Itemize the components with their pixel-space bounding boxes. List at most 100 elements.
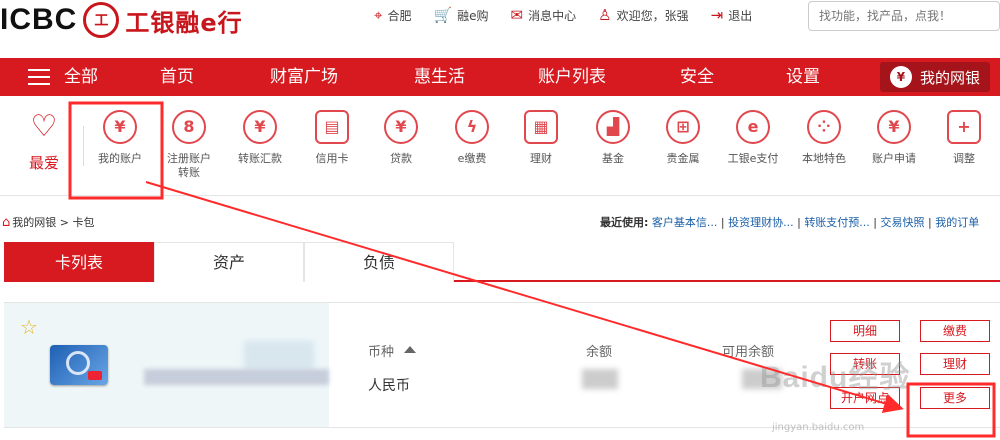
bank-card-image (50, 345, 108, 385)
top-link-user[interactable]: ♙ 欢迎您，张强 (598, 6, 688, 24)
icbc-logo[interactable]: ICBC 工 工银融e行 (0, 2, 243, 38)
nav-life[interactable]: 惠生活 (414, 58, 465, 96)
top-link-shop[interactable]: 🛒 融e购 (433, 6, 488, 24)
function-item[interactable]: ⁘ 本地特色 (788, 110, 860, 166)
credit-card-icon: ▤ (315, 110, 349, 144)
pay-button[interactable]: 缴费 (920, 320, 990, 342)
function-item[interactable]: ¥ 账户申请 (858, 110, 930, 166)
nav-account-list[interactable]: 账户列表 (538, 58, 606, 96)
finance-icon: ▦ (524, 110, 558, 144)
function-label: 本地特色 (802, 152, 846, 165)
welcome-label: 欢迎您，张强 (616, 8, 689, 23)
function-label: 贷款 (390, 152, 412, 165)
yuan-icon: ¥ (103, 110, 137, 144)
logout-label: 退出 (728, 8, 753, 23)
recent-link[interactable]: 我的订单 (935, 216, 979, 229)
fund-chart-icon: ▟ (596, 110, 630, 144)
more-button[interactable]: 更多 (920, 387, 990, 409)
star-icon[interactable]: ☆ (20, 315, 38, 339)
favorites-label: 最爱 (28, 154, 59, 172)
tab-card-list[interactable]: 卡列表 (4, 242, 154, 282)
location-label: 合肥 (387, 8, 412, 23)
watermark: Baidu经验 (760, 361, 911, 394)
currency-header[interactable]: 币种 (368, 341, 417, 360)
logo-slogan: 工银融e行 (125, 8, 243, 37)
shop-label: 融e购 (457, 8, 489, 23)
favorites-item[interactable]: ♡ 最爱 (26, 110, 62, 173)
function-label: 转账汇款 (238, 152, 282, 165)
masked-balance (582, 369, 618, 389)
tab-assets[interactable]: 资产 (154, 242, 304, 282)
logout-icon: ⇥ (710, 6, 724, 24)
function-item[interactable]: ϟ e缴费 (436, 110, 508, 166)
nav-security[interactable]: 安全 (680, 58, 714, 96)
top-bar: ICBC 工 工银融e行 ⌖ 合肥 🛒 融e购 ✉ 消息中心 ♙ 欢迎您，张强 ⇥ 退出 (0, 0, 1000, 58)
function-label: 理财 (530, 152, 552, 165)
details-button[interactable]: 明细 (830, 320, 900, 342)
nav-settings[interactable]: 设置 (786, 58, 820, 96)
my-online-bank-label: 我的网银 (919, 68, 980, 87)
account-apply-icon: ¥ (877, 110, 911, 144)
precious-metal-icon: ⊞ (666, 110, 700, 144)
function-label: 基金 (602, 152, 624, 165)
function-label: 贵金属 (666, 152, 700, 165)
function-label: e缴费 (457, 152, 487, 165)
menu-icon[interactable] (28, 69, 50, 85)
recent-link[interactable]: 交易快照 (881, 216, 925, 229)
function-item[interactable]: + 调整 (928, 110, 1000, 166)
money-bag-icon: ¥ (889, 66, 912, 88)
recent-link[interactable]: 客户基本信... (652, 216, 718, 229)
masked-card-name (244, 341, 314, 371)
function-label: 注册账户 转账 (167, 152, 211, 179)
function-bar: ♡ 最爱 ¥ 我的账户 8 注册账户 转账 ¥ 转账汇款 ▤ 信用卡 ¥ 贷款 ϟ e缴费 ▦ 理财 ▟ 基金… (0, 96, 1000, 196)
sort-arrow-icon (404, 346, 417, 353)
function-item[interactable]: ¥ 贷款 (365, 110, 437, 166)
finance-button[interactable]: 理财 (920, 353, 990, 375)
loan-bag-icon: ¥ (384, 110, 418, 144)
user-icon: ♙ (598, 6, 612, 24)
logo-emblem-icon: 工 (83, 2, 120, 38)
function-label: 工银e支付 (727, 152, 779, 165)
recent-link[interactable]: 投资理财协... (728, 216, 794, 229)
function-label: 我的账户 (98, 152, 142, 165)
balance-header: 余额 (586, 345, 613, 360)
function-item[interactable]: ▦ 理财 (505, 110, 577, 166)
payment-drop-icon: ϟ (455, 110, 489, 144)
e-pay-icon: e (736, 110, 770, 144)
nav-all[interactable]: 全部 (64, 58, 98, 96)
location-icon: ⌖ (374, 6, 383, 24)
nav-home[interactable]: 首页 (160, 58, 194, 96)
recent-label: 最近使用: (600, 216, 649, 229)
recent-link[interactable]: 转账支付预... (804, 216, 870, 229)
top-link-location[interactable]: ⌖ 合肥 (374, 6, 411, 24)
function-item[interactable]: ▟ 基金 (577, 110, 649, 166)
top-link-messages[interactable]: ✉ 消息中心 (511, 6, 577, 24)
transfer-icon: ¥ (243, 110, 277, 144)
function-item[interactable]: e 工银e支付 (717, 110, 789, 166)
watermark-url: jingyan.baidu.com (772, 422, 865, 433)
tab-liabilities[interactable]: 负债 (304, 242, 454, 282)
function-item[interactable]: ▤ 信用卡 (296, 110, 368, 166)
search-input[interactable] (808, 1, 1000, 31)
currency-value: 人民币 (368, 378, 410, 394)
breadcrumb-bar: ⌂ 我的网银 > 卡包 最近使用: 客户基本信... | 投资理财协... | … (0, 208, 1000, 236)
main-nav: 全部 首页 财富广场 惠生活 账户列表 安全 设置 (0, 58, 1000, 96)
mail-icon: ✉ (510, 6, 524, 24)
heart-icon: ♡ (30, 109, 58, 144)
nav-wealth-plaza[interactable]: 财富广场 (270, 58, 338, 96)
function-item[interactable]: ⊞ 贵金属 (647, 110, 719, 166)
breadcrumb-text[interactable]: 我的网银 > 卡包 (12, 214, 94, 230)
top-link-logout[interactable]: ⇥ 退出 (711, 6, 753, 24)
my-online-bank-button[interactable]: ¥ 我的网银 (880, 62, 990, 92)
register-account-icon: 8 (172, 110, 206, 144)
local-feature-icon: ⁘ (807, 110, 841, 144)
messages-label: 消息中心 (528, 8, 577, 23)
function-item[interactable]: 8 注册账户 转账 (153, 110, 225, 180)
function-item[interactable]: ¥ 转账汇款 (224, 110, 296, 166)
function-item[interactable]: ¥ 我的账户 (84, 110, 156, 166)
masked-card-number (144, 369, 329, 385)
function-label: 调整 (953, 152, 975, 165)
adjust-icon: + (947, 110, 981, 144)
function-label: 账户申请 (872, 152, 916, 165)
home-icon[interactable]: ⌂ (2, 215, 10, 230)
